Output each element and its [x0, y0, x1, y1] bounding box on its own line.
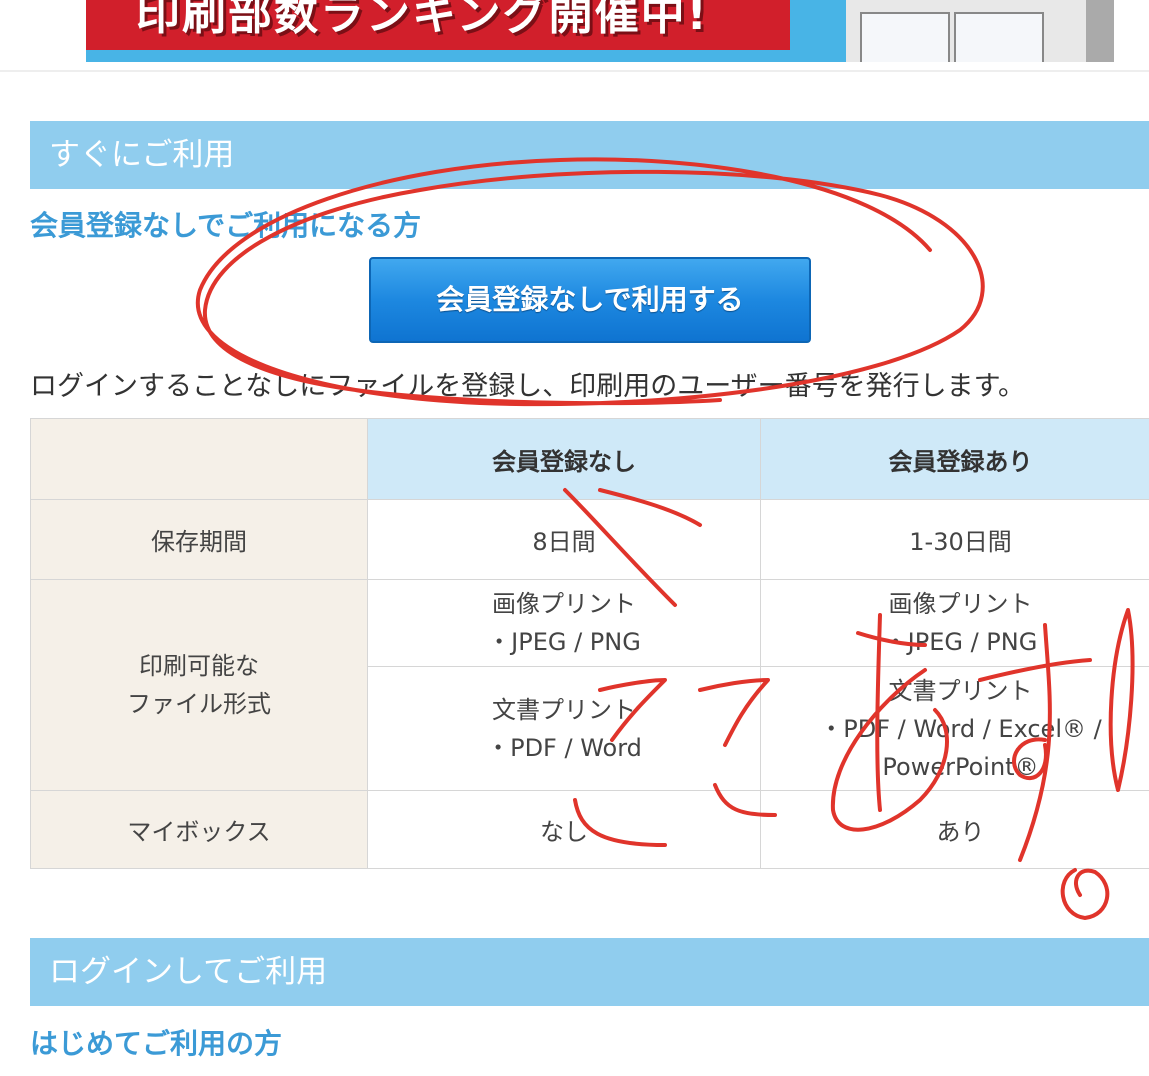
table-row: 保存期間 8日間 1-30日間 [30, 499, 1149, 580]
storage-no-member: 8日間 [367, 499, 761, 580]
row-label-mybox: マイボックス [30, 790, 368, 869]
image-print-member: 画像プリント ・JPEG / PNG [760, 579, 1149, 667]
header-member: 会員登録あり [760, 418, 1149, 500]
doc-print-no-member: 文書プリント ・PDF / Word [367, 666, 761, 791]
description-text: ログインすることなしにファイルを登録し、印刷用のユーザー番号を発行します。 [30, 371, 1025, 402]
section-heading-login-use: ログインしてご利用 [30, 938, 1149, 1006]
row-label-storage: 保存期間 [30, 499, 368, 580]
section-heading-immediate-use: すぐにご利用 [30, 121, 1149, 189]
cell-line: 画像プリント [492, 590, 636, 618]
cell-line: ・PDF / Word / Excel® / [819, 714, 1102, 743]
banner-sky-accent [790, 0, 846, 62]
cell-line: 文書プリント [492, 695, 636, 724]
banner-building-illustration [846, 0, 1114, 62]
banner-sky [86, 50, 846, 62]
formats-label-line1: 印刷可能な [139, 652, 259, 680]
promo-banner[interactable]: 印刷部数ランキング開催中! [86, 0, 1114, 62]
subheading-first-time: はじめてご利用の方 [30, 1027, 283, 1060]
header-no-member: 会員登録なし [367, 418, 761, 500]
cell-line: 画像プリント [888, 590, 1033, 618]
table-row: 印刷可能な ファイル形式 画像プリント ・JPEG / PNG 画像プリント ・… [30, 579, 1149, 791]
mybox-no-member: なし [367, 790, 761, 869]
formats-label-line2: ファイル形式 [127, 690, 271, 718]
cell-line: 文書プリント [888, 676, 1033, 705]
cell-line: ・JPEG / PNG [487, 628, 641, 656]
doc-print-member: 文書プリント ・PDF / Word / Excel® / PowerPoint… [760, 666, 1149, 791]
use-without-registration-button[interactable]: 会員登録なしで利用する [369, 257, 811, 343]
banner-title: 印刷部数ランキング開催中! [136, 0, 709, 40]
header-divider [0, 70, 1149, 72]
comparison-table: 会員登録なし 会員登録あり 保存期間 8日間 1-30日間 印刷可能な ファイル… [30, 418, 1149, 869]
cell-line: ・PDF / Word [486, 733, 642, 762]
image-print-no-member: 画像プリント ・JPEG / PNG [367, 579, 761, 667]
subheading-no-registration: 会員登録なしでご利用になる方 [30, 209, 422, 242]
mybox-member: あり [760, 790, 1149, 869]
storage-member: 1-30日間 [760, 499, 1149, 580]
table-header-row: 会員登録なし 会員登録あり [30, 418, 1149, 500]
table-corner [30, 418, 368, 500]
row-label-formats: 印刷可能な ファイル形式 [30, 579, 368, 791]
cell-line: PowerPoint® [882, 752, 1039, 781]
cell-line: ・JPEG / PNG [883, 628, 1038, 656]
table-row: マイボックス なし あり [30, 790, 1149, 869]
